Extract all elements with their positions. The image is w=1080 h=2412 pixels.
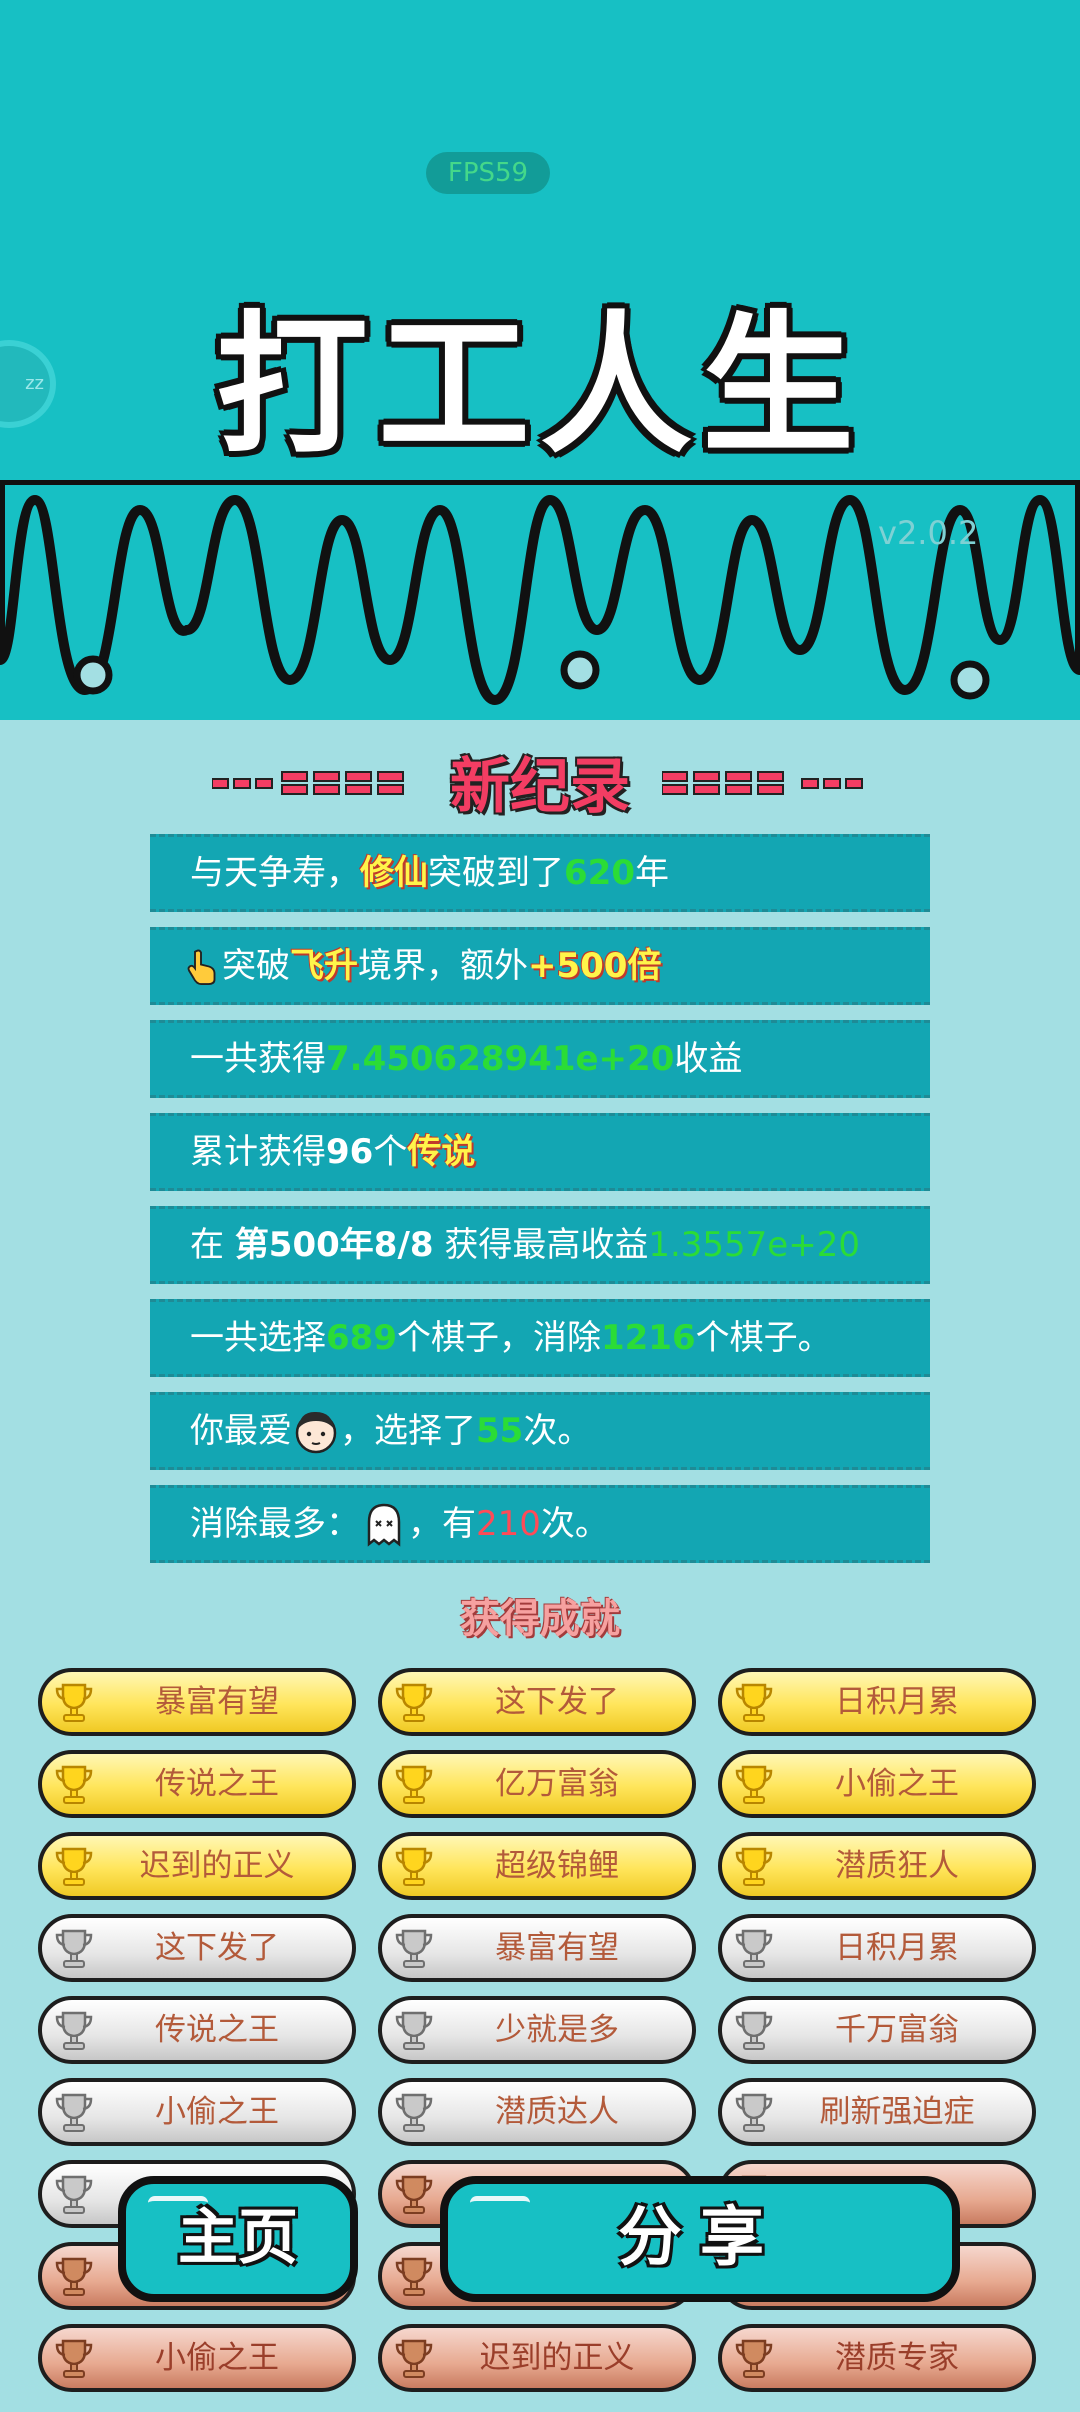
trophy-icon — [735, 2011, 773, 2050]
trophy-icon — [395, 1683, 433, 1722]
achievement-label: 亿万富翁 — [495, 1766, 619, 1802]
pointing-hand-icon — [187, 949, 216, 985]
trophy-icon — [735, 1683, 773, 1722]
achievement-badge[interactable]: 潜质达人 — [378, 2078, 696, 2146]
trophy-icon — [55, 2175, 93, 2214]
achievement-label: 迟到的正义 — [479, 2340, 635, 2376]
achievement-badge[interactable]: 日积月累 — [718, 1668, 1036, 1736]
achievement-badge[interactable]: 传说之王 — [38, 1996, 356, 2064]
achievement-badge[interactable]: 刷新强迫症 — [718, 2078, 1036, 2146]
stat-total-income: 一共获得 7.450628941e+20 收益 — [150, 1020, 930, 1098]
achievement-label: 日积月累 — [835, 1930, 959, 1966]
achievement-label: 传说之王 — [155, 1766, 279, 1802]
game-title: 打工人生 — [216, 297, 864, 474]
share-button[interactable]: 分享 — [440, 2176, 960, 2302]
trophy-icon — [395, 1929, 433, 1968]
new-record-title: 新纪录 — [450, 752, 630, 822]
trophy-icon — [55, 1929, 93, 1968]
stat-cultivation: 与天争寿， 修仙 突破到了 620 年 — [150, 834, 930, 912]
achievement-badge[interactable]: 少就是多 — [378, 1996, 696, 2064]
trophy-icon — [735, 2093, 773, 2132]
achievement-badge[interactable]: 这下发了 — [38, 1914, 356, 1982]
achievement-label: 超级锦鲤 — [495, 1848, 619, 1884]
achievement-badge[interactable]: 小偷之王 — [38, 2078, 356, 2146]
home-button[interactable]: 主页 — [118, 2176, 358, 2302]
achievements-title: 获得成就 — [460, 1596, 620, 1642]
button-shine — [470, 2196, 530, 2215]
trophy-icon — [395, 1847, 433, 1886]
trophy-icon — [395, 2175, 433, 2214]
achievement-label: 少就是多 — [495, 2012, 619, 2048]
trophy-icon — [55, 2257, 93, 2296]
achievement-label: 暴富有望 — [155, 1684, 279, 1720]
achievement-badge[interactable]: 传说之王 — [38, 1750, 356, 1818]
ghost-icon — [367, 1503, 401, 1547]
achievement-badge[interactable]: 迟到的正义 — [378, 2324, 696, 2392]
trophy-icon — [395, 2257, 433, 2296]
achievement-label: 小偷之王 — [155, 2094, 279, 2130]
achievement-label: 这下发了 — [495, 1684, 619, 1720]
trophy-icon — [55, 1765, 93, 1804]
achievement-label: 千万富翁 — [835, 2012, 959, 2048]
achievement-label: 小偷之王 — [835, 1766, 959, 1802]
achievement-badge[interactable]: 潜质狂人 — [718, 1832, 1036, 1900]
version-label: v2.0.2 — [878, 514, 979, 552]
achievement-label: 潜质达人 — [495, 2094, 619, 2130]
trophy-icon — [55, 2093, 93, 2132]
stat-pieces: 一共选择 689 个棋子，消除 1216 个棋子。 — [150, 1299, 930, 1377]
stat-best-income: 在 第500年8/8 获得最高收益 1.3557e+20 — [150, 1206, 930, 1284]
trophy-icon — [395, 2339, 433, 2378]
stat-ascension: 突破 飞升 境界，额外 +500倍 — [150, 927, 930, 1005]
achievement-badge[interactable]: 潜质专家 — [718, 2324, 1036, 2392]
trophy-icon — [55, 1847, 93, 1886]
achievement-label: 这下发了 — [155, 1930, 279, 1966]
achievement-badge[interactable]: 小偷之王 — [38, 2324, 356, 2392]
achievement-label: 迟到的正义 — [139, 1848, 295, 1884]
stat-favorite: 你最爱 ，选择了 55 次。 — [150, 1392, 930, 1470]
trophy-icon — [55, 1683, 93, 1722]
achievement-label: 暴富有望 — [495, 1930, 619, 1966]
achievement-label: 日积月累 — [835, 1684, 959, 1720]
achievement-badge[interactable]: 日积月累 — [718, 1914, 1036, 1982]
achievement-badge[interactable]: 千万富翁 — [718, 1996, 1036, 2064]
achievement-badge[interactable]: 小偷之王 — [718, 1750, 1036, 1818]
achievement-badge[interactable]: 超级锦鲤 — [378, 1832, 696, 1900]
face-avatar-icon — [295, 1411, 337, 1454]
trophy-icon — [735, 1929, 773, 1968]
achievement-label: 小偷之王 — [155, 2340, 279, 2376]
trophy-icon — [735, 1765, 773, 1804]
trophy-icon — [735, 2339, 773, 2378]
achievement-badge[interactable]: 迟到的正义 — [38, 1832, 356, 1900]
stat-legends: 累计获得 96 个 传说 — [150, 1113, 930, 1191]
fps-badge: FPS59 — [426, 152, 550, 194]
button-shine — [148, 2196, 208, 2215]
trophy-icon — [55, 2011, 93, 2050]
achievement-label: 潜质专家 — [835, 2340, 959, 2376]
achievement-label: 潜质狂人 — [835, 1848, 959, 1884]
trophy-icon — [55, 2339, 93, 2378]
achievement-label: 刷新强迫症 — [819, 2094, 975, 2130]
achievement-badge[interactable]: 亿万富翁 — [378, 1750, 696, 1818]
achievement-badge[interactable]: 暴富有望 — [378, 1914, 696, 1982]
trophy-icon — [395, 1765, 433, 1804]
trophy-icon — [395, 2093, 433, 2132]
achievement-badge[interactable]: 暴富有望 — [38, 1668, 356, 1736]
achievement-badge[interactable]: 这下发了 — [378, 1668, 696, 1736]
stat-most-eliminated: 消除最多： ，有 210 次。 — [150, 1485, 930, 1563]
achievement-label: 传说之王 — [155, 2012, 279, 2048]
trophy-icon — [395, 2011, 433, 2050]
trophy-icon — [735, 1847, 773, 1886]
record-stats: 与天争寿， 修仙 突破到了 620 年 突破 飞升 境界，额外 +500倍 一共… — [150, 834, 930, 1578]
